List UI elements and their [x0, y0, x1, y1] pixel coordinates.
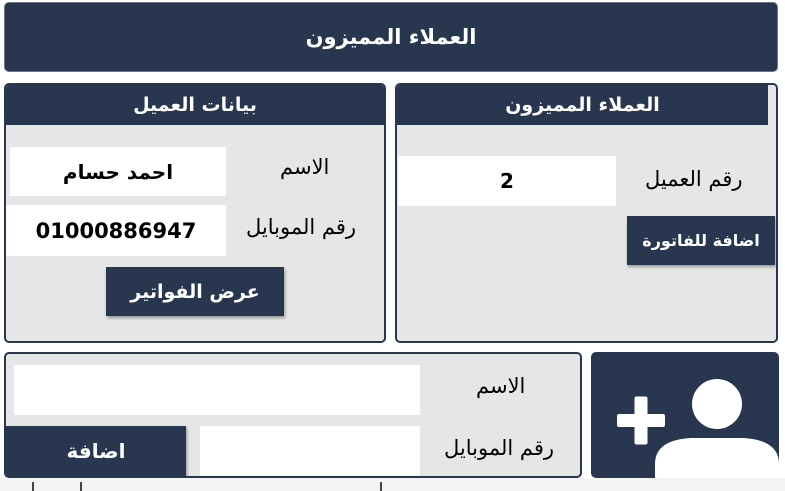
new-mobile-label: رقم الموبايل [444, 436, 555, 460]
customer-name-field[interactable]: احمد حسام [10, 147, 226, 196]
app-header: العملاء المميزون [4, 2, 778, 72]
add-user-icon [617, 379, 779, 478]
page-title: العملاء المميزون [305, 25, 477, 49]
new-name-label: الاسم [476, 374, 526, 398]
customer-mobile-field[interactable]: 01000886947 [6, 205, 226, 256]
view-invoices-button[interactable]: عرض الفواتير [106, 267, 284, 316]
premium-panel-title: العملاء المميزون [397, 85, 768, 125]
customer-data-panel: بيانات العميل احمد حسام الاسم 0100088694… [4, 83, 386, 343]
customer-panel-title: بيانات العميل [6, 85, 384, 125]
premium-customers-panel: العملاء المميزون 2 رقم العميل اضافة للفا… [395, 83, 778, 343]
add-to-invoice-button[interactable]: اضافة للفاتورة [627, 216, 775, 265]
strip-divider [32, 482, 34, 491]
new-name-input[interactable] [14, 365, 420, 415]
customer-number-field[interactable]: 2 [398, 156, 616, 206]
customer-number-label: رقم العميل [645, 167, 743, 191]
customer-mobile-label: رقم الموبايل [246, 215, 357, 239]
add-customer-panel: الاسم اضافة رقم الموبايل [4, 352, 582, 478]
new-mobile-input[interactable] [200, 426, 420, 476]
strip-divider [380, 482, 382, 491]
strip-divider [80, 482, 82, 491]
add-button[interactable]: اضافة [6, 426, 186, 476]
customer-name-label: الاسم [280, 155, 330, 179]
add-user-tile[interactable] [591, 352, 779, 478]
background-strip [0, 478, 785, 491]
